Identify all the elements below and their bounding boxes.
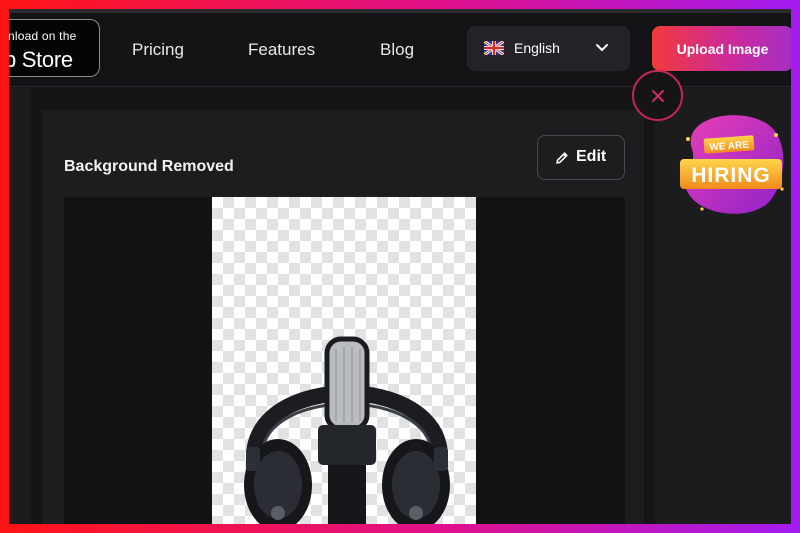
app-store-small-text: nload on the [9, 29, 77, 43]
app-store-badge[interactable]: nload on the p Store [9, 19, 100, 77]
language-selector[interactable]: English [467, 26, 630, 71]
edit-label: Edit [576, 148, 607, 165]
uk-flag-icon [484, 41, 504, 55]
pencil-icon [556, 152, 568, 164]
preview-area [64, 197, 625, 524]
chevron-down-icon [596, 44, 608, 51]
hiring-badge-line2: HIRING [691, 164, 771, 187]
nav-link-pricing[interactable]: Pricing [132, 40, 184, 60]
header-top-strip [9, 9, 791, 13]
language-label: English [514, 40, 560, 56]
app-store-big-text: p Store [9, 47, 73, 72]
edit-button[interactable]: Edit [537, 135, 625, 180]
result-card: Background Removed Edit [42, 110, 644, 524]
left-side-panel [9, 88, 31, 524]
nav-link-blog[interactable]: Blog [380, 40, 414, 60]
result-title: Background Removed [64, 158, 234, 175]
transparent-preview-image[interactable] [212, 197, 476, 524]
microphone-headphones-image [244, 336, 450, 524]
upload-image-button[interactable]: Upload Image [652, 26, 791, 71]
app-frame: nload on the p Store Pricing Features Bl… [9, 9, 791, 524]
close-icon [652, 90, 664, 102]
hiring-badge[interactable]: WE ARE HIRING [672, 109, 791, 224]
nav-link-features[interactable]: Features [248, 40, 315, 60]
